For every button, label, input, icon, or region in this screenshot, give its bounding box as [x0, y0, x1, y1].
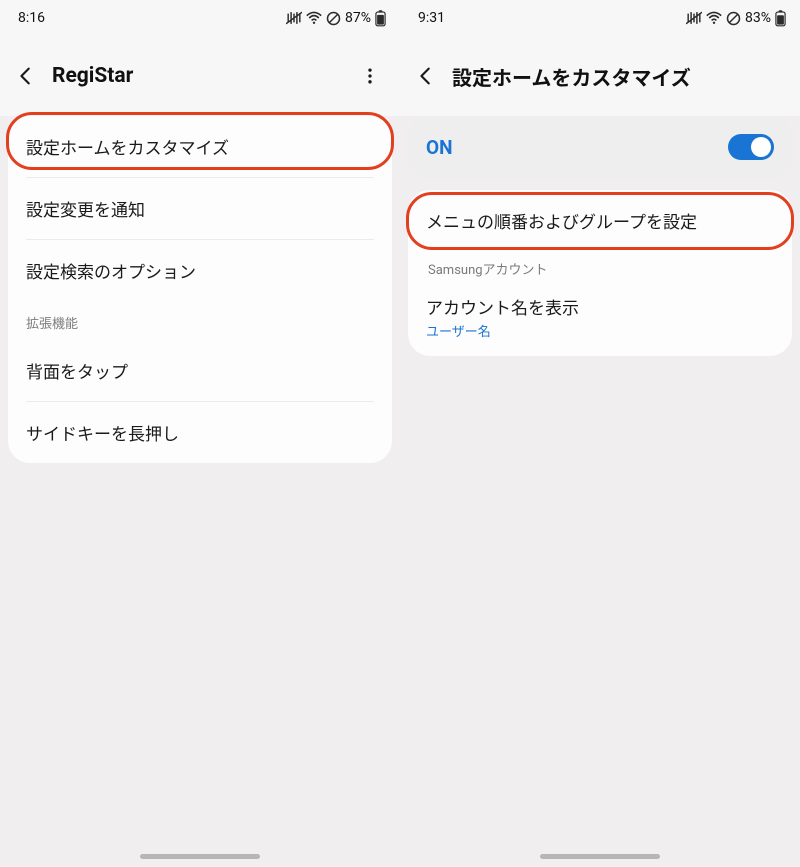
- status-bar: 8:16: [0, 0, 400, 36]
- toggle-switch[interactable]: [728, 134, 774, 160]
- wifi-icon: [706, 11, 722, 25]
- title-bar: 設定ホームをカスタマイズ: [400, 36, 800, 116]
- main-settings-card: 設定ホームをカスタマイズ 設定変更を通知 設定検索のオプション 拡張機能 背面を…: [8, 116, 392, 463]
- row-customize-home[interactable]: 設定ホームをカスタマイズ: [8, 116, 392, 177]
- battery-icon: [375, 10, 386, 27]
- row-back-tap[interactable]: 背面をタップ: [8, 340, 392, 401]
- back-button[interactable]: [408, 58, 444, 94]
- section-label-extensions: 拡張機能: [8, 301, 392, 340]
- chevron-left-icon: [415, 65, 437, 87]
- account-name-title: アカウント名を表示: [426, 294, 774, 319]
- more-button[interactable]: [352, 58, 388, 94]
- battery-percent: 83%: [745, 10, 771, 26]
- toggle-label: ON: [426, 136, 453, 159]
- vibrate-icon: [286, 11, 302, 25]
- no-sim-icon: [726, 11, 741, 26]
- status-icons: 87%: [286, 10, 386, 27]
- title-bar: RegiStar: [0, 36, 400, 116]
- more-vert-icon: [360, 66, 380, 86]
- wifi-icon: [306, 11, 322, 25]
- no-sim-icon: [326, 11, 341, 26]
- battery-icon: [775, 10, 786, 27]
- options-card: メニュの順番およびグループを設定 Samsungアカウント アカウント名を表示 …: [408, 190, 792, 356]
- row-account-name[interactable]: アカウント名を表示 ユーザー名: [408, 284, 792, 356]
- nav-handle[interactable]: [540, 854, 660, 859]
- battery-percent: 87%: [345, 10, 371, 26]
- back-button[interactable]: [8, 58, 44, 94]
- chevron-left-icon: [15, 65, 37, 87]
- clock: 8:16: [18, 10, 45, 26]
- row-notify-changes[interactable]: 設定変更を通知: [8, 178, 392, 239]
- section-label-account: Samsungアカウント: [408, 251, 792, 284]
- clock: 9:31: [418, 10, 445, 26]
- account-name-sub: ユーザー名: [426, 321, 774, 340]
- page-title: 設定ホームをカスタマイズ: [452, 62, 788, 91]
- row-side-key[interactable]: サイドキーを長押し: [8, 402, 392, 463]
- vibrate-icon: [686, 11, 702, 25]
- master-toggle-row[interactable]: ON: [408, 116, 792, 178]
- status-bar: 9:31: [400, 0, 800, 36]
- page-title: RegiStar: [52, 64, 344, 88]
- row-search-options[interactable]: 設定検索のオプション: [8, 240, 392, 301]
- nav-handle[interactable]: [140, 854, 260, 859]
- row-menu-order[interactable]: メニュの順番およびグループを設定: [408, 190, 792, 251]
- status-icons: 83%: [686, 10, 786, 27]
